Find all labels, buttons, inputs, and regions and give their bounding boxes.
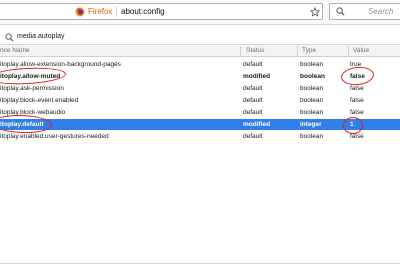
column-divider[interactable] [297,46,298,56]
filter-input-value[interactable]: media.autoplay [17,33,64,40]
column-header-name[interactable]: nce Name [0,47,30,54]
pref-value: false [350,108,364,116]
filter-field[interactable]: media.autoplay [0,31,400,45]
pref-name: itoplay.allow-extension-background-pages [0,60,121,68]
column-header-value[interactable]: Value [353,47,369,54]
divider [0,263,400,264]
table-row[interactable]: itoplay.enabled.user-gestures-needed def… [0,131,400,142]
pref-type: boolean [300,84,324,92]
search-icon [336,7,345,16]
pref-status: default [243,132,263,140]
table-row[interactable]: itoplay.block-webaudio default boolean f… [0,107,400,118]
pref-type: boolean [300,60,324,68]
pref-type: boolean [300,108,324,116]
search-placeholder: Search [368,7,394,16]
table-row-selected[interactable]: itoplay.default modified integer 1 [0,119,400,130]
pref-type: boolean [300,72,325,80]
pref-type: boolean [300,132,324,140]
pref-status: default [243,108,263,116]
pref-name: itoplay.enabled.user-gestures-needed [0,132,109,140]
table-header: nce Name Status Type Value [0,45,400,57]
pref-status: default [243,60,263,68]
url-divider [116,6,117,17]
column-header-type[interactable]: Type [302,47,316,54]
search-bar[interactable]: Search [329,3,400,20]
pref-name: itoplay.block-event.enabled [0,96,79,104]
pref-value: false [350,84,364,92]
pref-type: integer [300,120,322,128]
column-divider[interactable] [348,46,349,56]
navigation-toolbar: Firefox about:config Search [0,0,400,25]
column-divider[interactable] [240,46,241,56]
firefox-logo-icon [75,7,85,17]
url-bar[interactable]: Firefox about:config [0,3,323,20]
table-row[interactable]: itoplay.ask-permission default boolean f… [0,83,400,94]
pref-status: modified [243,72,271,80]
annotation-circle [343,117,363,134]
column-header-status[interactable]: Status [246,47,264,54]
filter-search-icon [5,33,14,42]
pref-value: false [350,96,364,104]
table-row[interactable]: itoplay.block-event.enabled default bool… [0,95,400,106]
pref-type: boolean [300,96,324,104]
pref-status: default [243,96,263,104]
table-row[interactable]: itoplay.allow-extension-background-pages… [0,59,400,70]
identity-label: Firefox [88,7,113,16]
url-text[interactable]: about:config [121,7,165,16]
pref-name: itoplay.ask-permission [0,84,64,92]
pref-status: default [243,84,263,92]
star-icon[interactable] [310,7,320,17]
pref-status: modified [243,120,271,128]
